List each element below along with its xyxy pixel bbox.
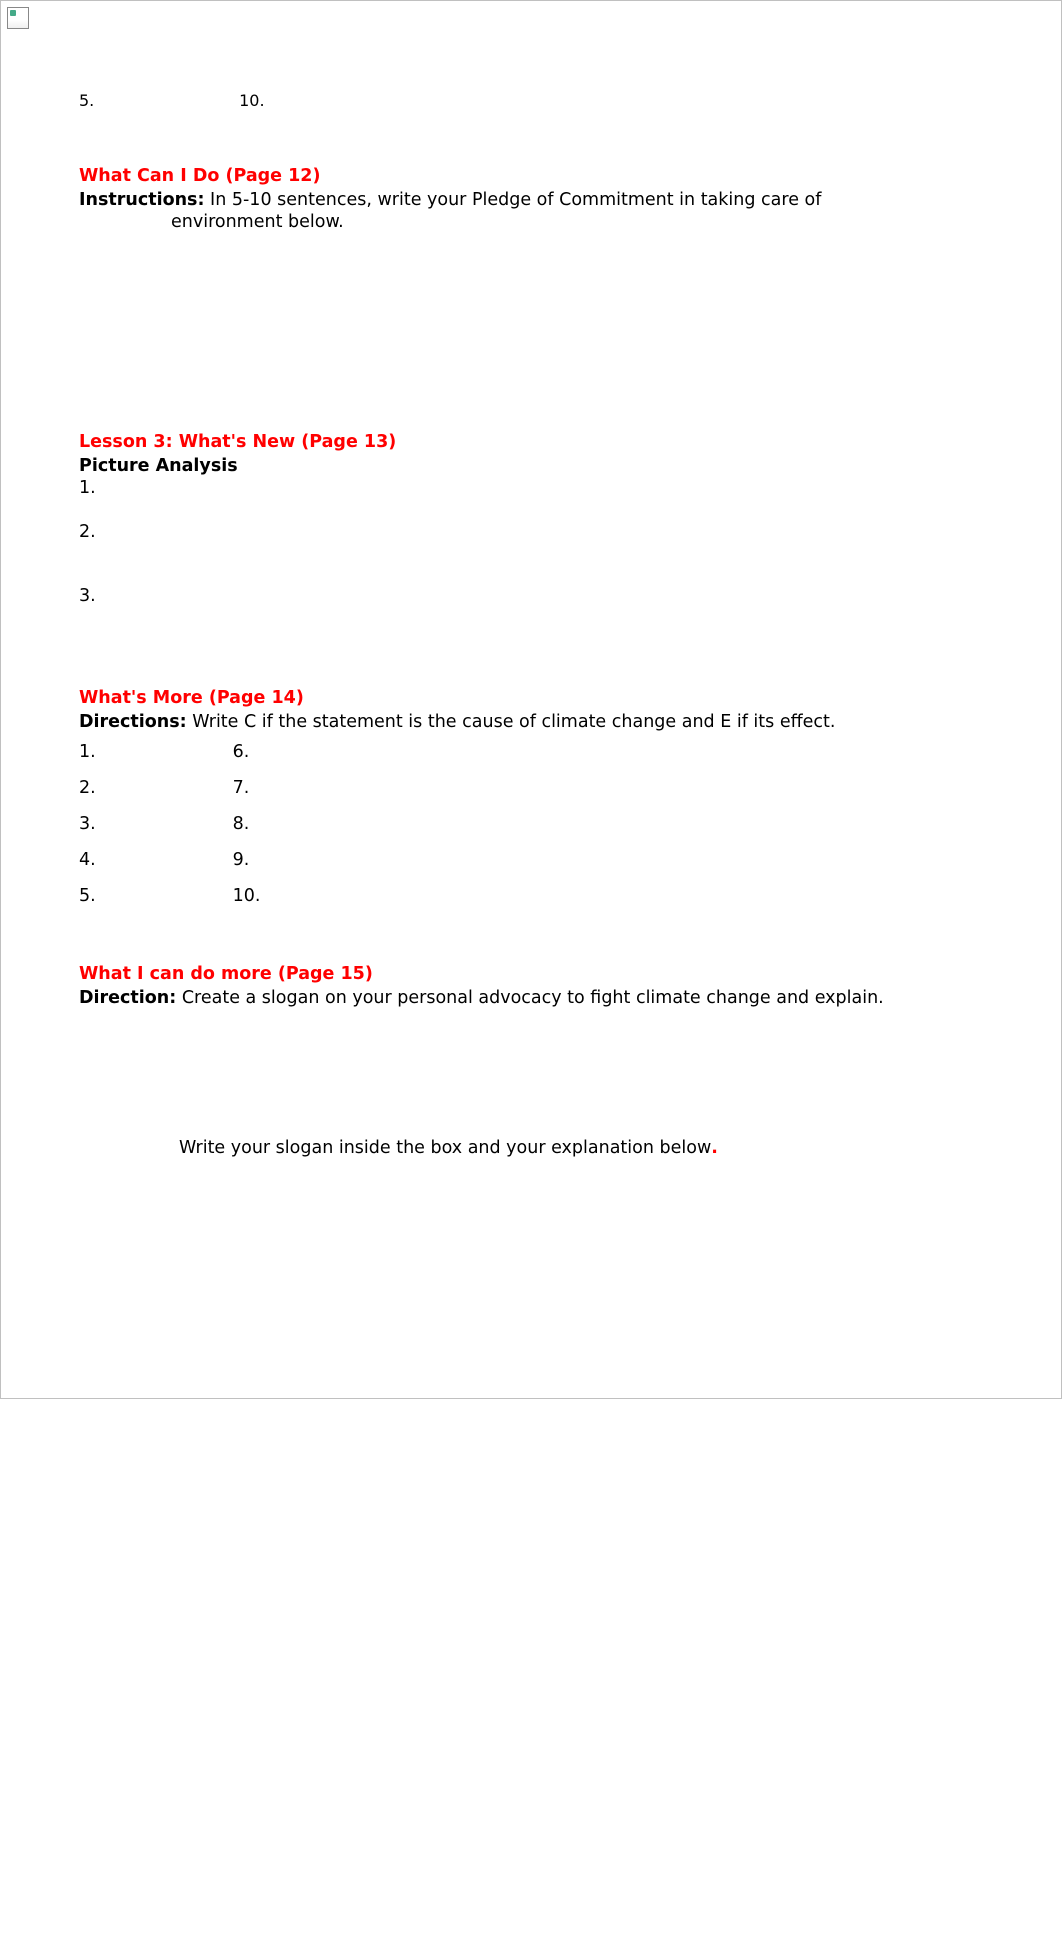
item-2: 2.	[79, 778, 227, 798]
row-3-8: 3. 8.	[79, 814, 983, 834]
direction-line: Direction: Create a slogan on your perso…	[79, 988, 983, 1008]
item-4: 4.	[79, 850, 227, 870]
row-4-9: 4. 9.	[79, 850, 983, 870]
row-2-7: 2. 7.	[79, 778, 983, 798]
direction-text: Create a slogan on your personal advocac…	[176, 988, 884, 1008]
row-1-6: 1. 6.	[79, 742, 983, 762]
instructions-text-1: In 5-10 sentences, write your Pledge of …	[204, 190, 821, 210]
directions-text: Write C if the statement is the cause of…	[187, 712, 836, 732]
picture-item-2: 2.	[79, 522, 983, 542]
number-10: 10.	[239, 91, 264, 110]
item-9: 9.	[233, 850, 250, 870]
section-heading-whats-more: What's More (Page 14)	[79, 688, 983, 708]
section-heading-what-i-can-do-more: What I can do more (Page 15)	[79, 964, 983, 984]
instructions-line-1: Instructions: In 5-10 sentences, write y…	[79, 190, 983, 210]
instructions-label: Instructions:	[79, 190, 204, 210]
slogan-instruction: Write your slogan inside the box and you…	[79, 1138, 983, 1158]
document-content: 5. 10. What Can I Do (Page 12) Instructi…	[1, 1, 1061, 1398]
gap	[79, 232, 983, 432]
document-page: 5. 10. What Can I Do (Page 12) Instructi…	[0, 0, 1062, 1399]
picture-item-1: 1.	[79, 478, 983, 498]
broken-image-icon	[7, 7, 29, 29]
item-3: 3.	[79, 814, 227, 834]
item-5: 5.	[79, 886, 227, 906]
row-5-10: 5. 10.	[79, 886, 983, 906]
top-number-row: 5. 10.	[79, 91, 983, 110]
gap	[79, 1158, 983, 1338]
number-5: 5.	[79, 91, 234, 110]
item-8: 8.	[233, 814, 250, 834]
picture-analysis-heading: Picture Analysis	[79, 456, 983, 476]
direction-label: Direction:	[79, 988, 176, 1008]
item-1: 1.	[79, 742, 227, 762]
section-heading-what-can-i-do: What Can I Do (Page 12)	[79, 166, 983, 186]
section-heading-lesson-3: Lesson 3: What's New (Page 13)	[79, 432, 983, 452]
slogan-instruction-text: Write your slogan inside the box and you…	[179, 1138, 711, 1158]
red-period: .	[711, 1138, 718, 1158]
item-7: 7.	[233, 778, 250, 798]
directions-label: Directions:	[79, 712, 187, 732]
instructions-text-2: environment below.	[79, 212, 983, 232]
item-10: 10.	[233, 886, 261, 906]
gap	[79, 630, 983, 688]
picture-item-3: 3.	[79, 586, 983, 606]
directions-line: Directions: Write C if the statement is …	[79, 712, 983, 732]
item-6: 6.	[233, 742, 250, 762]
gap	[79, 922, 983, 964]
